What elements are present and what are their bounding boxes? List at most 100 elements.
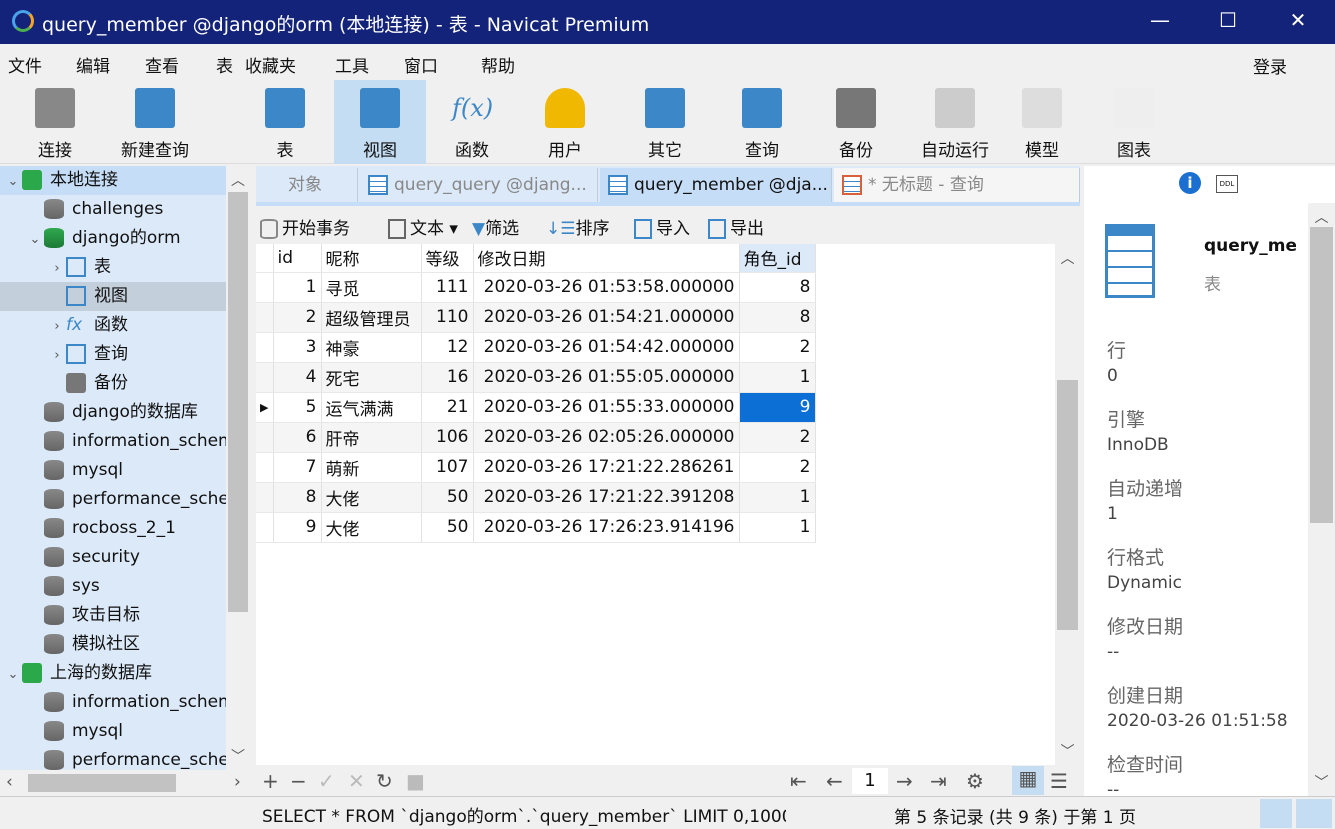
menu-file[interactable]: 文件 [8,52,42,77]
table-cell[interactable]: 8 [739,302,816,333]
apply-button[interactable]: ✓ [318,769,335,793]
tree-item[interactable]: 攻击目标 [0,601,226,630]
tree-item[interactable]: performance_schema [0,485,226,514]
tree-item[interactable]: › 查询 [0,340,226,369]
text-button[interactable]: 文本 ▾ [388,214,458,239]
next-page-button[interactable]: → [896,769,913,793]
stop-button[interactable]: ■ [406,769,425,793]
column-header[interactable]: id [273,244,322,273]
column-header[interactable]: 昵称 [321,244,422,273]
menu-window[interactable]: 窗口 [404,52,438,77]
form-view-button[interactable]: ☰ [1050,769,1068,793]
first-page-button[interactable]: ⇤ [790,769,807,793]
row-indicator[interactable] [256,452,274,483]
tree-item[interactable]: ⌄ 上海的数据库 [0,659,226,688]
last-page-button[interactable]: ⇥ [930,769,947,793]
tree-item[interactable]: sys [0,572,226,601]
toolbar-backup-button[interactable]: 备份 [814,80,898,164]
toolbar-chart-button[interactable]: 图表 [1090,80,1178,164]
data-grid[interactable]: id 昵称 等级 修改日期 角色_id 1 寻觅 111 2020-03-26 01:53:58… [256,244,1055,765]
row-indicator[interactable] [256,272,274,303]
tree-item[interactable]: django的数据库 [0,398,226,427]
table-cell[interactable]: 1 [739,362,816,393]
table-cell[interactable]: 2 [739,422,816,453]
table-cell[interactable]: 2020-03-26 17:21:22.391208 [473,482,740,513]
table-row[interactable]: 4 死宅 16 2020-03-26 01:55:05.000000 1 [256,362,816,393]
tab-objects[interactable]: 对象 [256,168,358,202]
tree-item[interactable]: mysql [0,456,226,485]
menu-favorites[interactable]: 收藏夹 [245,52,296,77]
tree-item[interactable]: rocboss_2_1 [0,514,226,543]
toolbar-new-query-button[interactable]: 新建查询 [110,80,200,164]
tree-item[interactable]: information_schema [0,688,226,717]
table-cell[interactable]: 2 [739,452,816,483]
table-cell[interactable]: 107 [421,452,474,483]
table-cell[interactable]: 死宅 [321,362,422,393]
table-cell[interactable]: 2020-03-26 01:55:05.000000 [473,362,740,393]
row-indicator[interactable] [256,362,274,393]
toolbar-view-button[interactable]: 视图 [334,80,426,164]
chevron-down-icon[interactable]: ⌄ [4,167,22,196]
row-indicator[interactable]: ▶ [256,392,274,423]
toolbar-table-button[interactable]: 表 [250,80,320,164]
toggle-right-panel-button[interactable] [1296,799,1332,828]
tree-item[interactable]: information_schema [0,427,226,456]
toggle-left-panel-button[interactable] [1260,799,1292,828]
column-header[interactable]: 角色_id [739,244,816,273]
table-cell[interactable]: 2020-03-26 01:54:42.000000 [473,332,740,363]
table-cell[interactable]: 16 [421,362,474,393]
tree-vertical-scrollbar[interactable]: ︿ ﹀ [226,166,250,770]
tree-item[interactable]: mysql [0,717,226,746]
tab-untitled-query[interactable]: * 无标题 - 查询 [834,168,1080,202]
tree-item[interactable]: performance_schema [0,746,226,770]
prev-page-button[interactable]: ← [826,769,843,793]
menu-tools[interactable]: 工具 [335,52,369,77]
table-cell[interactable]: 50 [421,482,474,513]
menu-help[interactable]: 帮助 [481,52,515,77]
table-cell[interactable]: 2 [739,332,816,363]
table-row[interactable]: 1 寻觅 111 2020-03-26 01:53:58.000000 8 [256,272,816,303]
filter-button[interactable]: ▼筛选 [472,214,519,239]
table-cell[interactable]: 2020-03-26 01:53:58.000000 [473,272,740,303]
table-cell[interactable]: 111 [421,272,474,303]
table-row[interactable]: 6 肝帝 106 2020-03-26 02:05:26.000000 2 [256,422,816,453]
tree-item[interactable]: › fx 函数 [0,311,226,340]
table-cell[interactable]: 2020-03-26 01:54:21.000000 [473,302,740,333]
table-cell[interactable]: 110 [421,302,474,333]
row-indicator[interactable] [256,422,274,453]
export-button[interactable]: 导出 [708,214,764,239]
grid-vertical-scrollbar[interactable]: ︿ ﹀ [1055,244,1080,765]
info-panel-scrollbar[interactable]: ︿ ﹀ [1308,203,1335,796]
table-cell[interactable]: 超级管理员 [321,302,422,333]
discard-button[interactable]: ✕ [348,769,365,793]
delete-record-button[interactable]: − [290,769,307,793]
tree-item[interactable]: 备份 [0,369,226,398]
table-cell[interactable]: 106 [421,422,474,453]
table-cell[interactable]: 大佬 [321,512,422,543]
table-cell[interactable]: 6 [273,422,322,453]
refresh-button[interactable]: ↻ [376,769,393,793]
table-cell[interactable]: 2020-03-26 02:05:26.000000 [473,422,740,453]
maximize-button[interactable]: ☐ [1208,8,1248,32]
begin-transaction-button[interactable]: 开始事务 [260,214,350,239]
toolbar-user-button[interactable]: 用户 [520,80,610,164]
table-row[interactable]: 8 大佬 50 2020-03-26 17:21:22.391208 1 [256,482,816,513]
table-cell[interactable]: 21 [421,392,474,423]
table-row[interactable]: 2 超级管理员 110 2020-03-26 01:54:21.000000 8 [256,302,816,333]
menu-edit[interactable]: 编辑 [76,52,110,77]
table-row[interactable]: ▶ 5 运气满满 21 2020-03-26 01:55:33.000000 9 [256,392,816,423]
toolbar-plug-add-button[interactable]: 连接 [20,80,90,164]
table-cell[interactable]: 7 [273,452,322,483]
sort-button[interactable]: ↓☰排序 [546,214,609,239]
table-cell[interactable]: 9 [739,392,816,423]
toolbar-function-button[interactable]: f(x) 函数 [426,80,518,164]
table-cell[interactable]: 8 [739,272,816,303]
add-record-button[interactable]: + [262,769,279,793]
tree-item[interactable]: security [0,543,226,572]
table-cell[interactable]: 2020-03-26 17:21:22.286261 [473,452,740,483]
table-cell[interactable]: 寻觅 [321,272,422,303]
row-indicator[interactable] [256,512,274,543]
minimize-button[interactable]: — [1140,8,1180,32]
table-cell[interactable]: 神豪 [321,332,422,363]
table-cell[interactable]: 2 [273,302,322,333]
